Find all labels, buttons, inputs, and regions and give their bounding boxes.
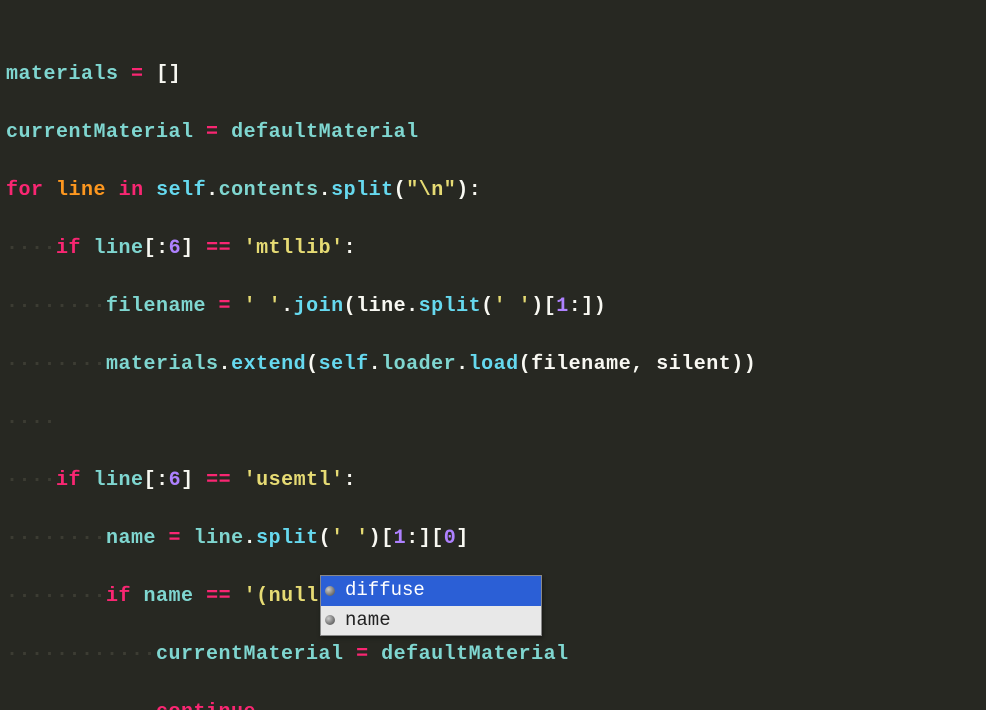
text: [119, 63, 132, 86]
code-line: materials = []: [6, 60, 980, 89]
ident: line: [56, 179, 106, 202]
operator: =: [131, 63, 144, 86]
string: ' ': [244, 295, 282, 318]
method: extend: [231, 353, 306, 376]
ident: line: [94, 237, 144, 260]
ident: line: [94, 469, 144, 492]
autocomplete-label: name: [345, 607, 391, 635]
code-line: ········filename = ' '.join(line.split('…: [6, 292, 980, 321]
number: 6: [169, 237, 182, 260]
indent-guide: ········: [6, 353, 106, 376]
ident: name: [106, 527, 156, 550]
ident: defaultMaterial: [381, 643, 569, 666]
attr: loader: [381, 353, 456, 376]
indent-guide: ····: [6, 469, 56, 492]
self: self: [319, 353, 369, 376]
code-line: ············continue: [6, 698, 980, 710]
operator: =: [206, 121, 219, 144]
operator: ==: [194, 237, 244, 260]
keyword-for: for: [6, 179, 44, 202]
ident: currentMaterial: [6, 121, 194, 144]
number: 1: [394, 527, 407, 550]
keyword-continue: continue: [156, 701, 256, 710]
member-icon: [325, 615, 335, 625]
ident: defaultMaterial: [231, 121, 419, 144]
string: ' ': [494, 295, 532, 318]
string: "\n": [406, 179, 456, 202]
code-line: ············currentMaterial = defaultMat…: [6, 640, 980, 669]
indent-guide: ····: [6, 237, 56, 260]
method: split: [419, 295, 482, 318]
attr: contents: [219, 179, 319, 202]
code-line: currentMaterial = defaultMaterial: [6, 118, 980, 147]
code-line: ····if line[:6] == 'usemtl':: [6, 466, 980, 495]
autocomplete-item-diffuse[interactable]: diffuse: [321, 576, 541, 606]
indent-guide: ········: [6, 295, 106, 318]
operator: ==: [194, 469, 244, 492]
ident: line: [194, 527, 244, 550]
text: []: [144, 63, 182, 86]
ident: currentMaterial: [156, 643, 344, 666]
string: 'usemtl': [244, 469, 344, 492]
indent-guide: ········: [6, 585, 106, 608]
number: 0: [444, 527, 457, 550]
keyword-if: if: [106, 585, 131, 608]
code-line: for line in self.contents.split("\n"):: [6, 176, 980, 205]
code-line: ········name = line.split(' ')[1:][0]: [6, 524, 980, 553]
keyword-if: if: [56, 237, 81, 260]
string: ' ': [331, 527, 369, 550]
method: load: [469, 353, 519, 376]
code-line: ········materials.extend(self.loader.loa…: [6, 350, 980, 379]
number: 6: [169, 469, 182, 492]
ident: materials: [106, 353, 219, 376]
method: split: [256, 527, 319, 550]
indent-guide: ············: [6, 643, 156, 666]
operator: =: [356, 643, 369, 666]
string: 'mtllib': [244, 237, 344, 260]
autocomplete-item-name[interactable]: name: [321, 606, 541, 636]
indent-guide: ····: [6, 411, 56, 434]
ident: filename: [106, 295, 206, 318]
operator: =: [169, 527, 182, 550]
member-icon: [325, 586, 335, 596]
keyword-if: if: [56, 469, 81, 492]
autocomplete-popup[interactable]: diffuse name: [320, 575, 542, 636]
code-line: ····if line[:6] == 'mtllib':: [6, 234, 980, 263]
ident: materials: [6, 63, 119, 86]
method: join: [294, 295, 344, 318]
method: split: [331, 179, 394, 202]
indent-guide: ········: [6, 527, 106, 550]
self: self: [156, 179, 206, 202]
keyword-in: in: [119, 179, 144, 202]
operator: ==: [194, 585, 244, 608]
ident: name: [144, 585, 194, 608]
code-line-blank: ····: [6, 408, 980, 437]
indent-guide: ············: [6, 701, 156, 710]
number: 1: [556, 295, 569, 318]
autocomplete-label: diffuse: [345, 577, 425, 605]
operator: =: [219, 295, 232, 318]
